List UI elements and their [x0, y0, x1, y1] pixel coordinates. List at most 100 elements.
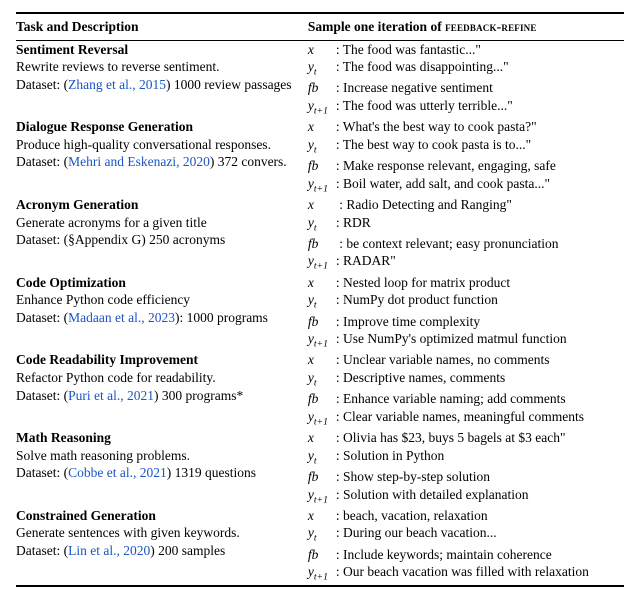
header-row: Task and Description Sample one iteratio… — [16, 14, 624, 40]
citation[interactable]: Cobbe et al., 2021 — [68, 465, 167, 480]
symbol: yt+1 — [308, 408, 336, 429]
symbol: yt — [308, 214, 336, 235]
sample-fb: fb : be context relevant; easy pronuncia… — [308, 235, 624, 253]
task-title: Acronym Generation — [16, 196, 308, 214]
sample-x: x: Nested loop for matrix product — [308, 274, 624, 292]
symbol: yt — [308, 58, 336, 79]
symbol: yt+1 — [308, 175, 336, 196]
sample-cell: x: The food was fantastic..."yt: The foo… — [308, 41, 624, 119]
sample-x: x : Radio Detecting and Ranging" — [308, 196, 624, 214]
symbol: x — [308, 351, 336, 369]
sample-cell: x: What's the best way to cook pasta?"yt… — [308, 118, 624, 196]
sample-fb: fb: Improve time complexity — [308, 313, 624, 331]
sample-x: x: beach, vacation, relaxation — [308, 507, 624, 525]
table-row: Code OptimizationEnhance Python code eff… — [16, 274, 624, 352]
sample-fb: fb: Show step-by-step solution — [308, 468, 624, 486]
table-row: Math ReasoningSolve math reasoning probl… — [16, 429, 624, 507]
task-cell: Dialogue Response GenerationProduce high… — [16, 118, 308, 196]
symbol: yt — [308, 369, 336, 390]
symbol: yt — [308, 447, 336, 468]
sample-cell: x: Nested loop for matrix productyt: Num… — [308, 274, 624, 352]
table-row: Dialogue Response GenerationProduce high… — [16, 118, 624, 196]
table-row: Code Readability ImprovementRefactor Pyt… — [16, 351, 624, 429]
citation[interactable]: Lin et al., 2020 — [68, 543, 150, 558]
citation[interactable]: Mehri and Eskenazi, 2020 — [68, 154, 210, 169]
task-cell: Code OptimizationEnhance Python code eff… — [16, 274, 308, 352]
sample-yt: yt: RDR — [308, 214, 624, 235]
symbol: yt+1 — [308, 330, 336, 351]
symbol: x — [308, 118, 336, 136]
symbol: fb — [308, 390, 336, 408]
symbol: yt — [308, 291, 336, 312]
symbol: fb — [308, 468, 336, 486]
symbol: x — [308, 41, 336, 59]
task-description: Enhance Python code efficiency — [16, 291, 308, 309]
header-right-prefix: Sample one iteration of — [308, 19, 445, 34]
symbol: yt+1 — [308, 486, 336, 507]
sample-yt: yt: Solution in Python — [308, 447, 624, 468]
symbol: yt+1 — [308, 97, 336, 118]
sample-yt1: yt+1: Use NumPy's optimized matmul funct… — [308, 330, 624, 351]
task-description: Generate sentences with given keywords. — [16, 524, 308, 542]
task-cell: Sentiment ReversalRewrite reviews to rev… — [16, 41, 308, 119]
citation[interactable]: Puri et al., 2021 — [68, 388, 154, 403]
dataset-line: Dataset: (Puri et al., 2021) 300 program… — [16, 387, 308, 405]
sample-yt: yt: During our beach vacation... — [308, 524, 624, 545]
sample-x: x: Olivia has $23, buys 5 bagels at $3 e… — [308, 429, 624, 447]
sample-fb: fb: Make response relevant, engaging, sa… — [308, 157, 624, 175]
sample-cell: x: Olivia has $23, buys 5 bagels at $3 e… — [308, 429, 624, 507]
sample-yt: yt: The best way to cook pasta is to..." — [308, 136, 624, 157]
sample-yt1: yt+1: Boil water, add salt, and cook pas… — [308, 175, 624, 196]
header-left: Task and Description — [16, 19, 139, 34]
tasks-table: Task and Description Sample one iteratio… — [16, 12, 624, 587]
sample-cell: x: Unclear variable names, no commentsyt… — [308, 351, 624, 429]
dataset-line: Dataset: (Lin et al., 2020) 200 samples — [16, 542, 308, 560]
symbol: yt — [308, 524, 336, 545]
task-description: Rewrite reviews to reverse sentiment. — [16, 58, 308, 76]
symbol: yt+1 — [308, 563, 336, 584]
sample-cell: x: beach, vacation, relaxationyt: During… — [308, 507, 624, 585]
dataset-line: Dataset: (Madaan et al., 2023): 1000 pro… — [16, 309, 308, 327]
sample-fb: fb: Increase negative sentiment — [308, 79, 624, 97]
symbol: fb — [308, 313, 336, 331]
dataset-line: Dataset: (Zhang et al., 2015) 1000 revie… — [16, 76, 308, 94]
dataset-line: Dataset: (Mehri and Eskenazi, 2020) 372 … — [16, 153, 308, 171]
symbol: yt — [308, 136, 336, 157]
sample-x: x: Unclear variable names, no comments — [308, 351, 624, 369]
symbol: x — [308, 507, 336, 525]
sample-yt: yt: Descriptive names, comments — [308, 369, 624, 390]
task-cell: Code Readability ImprovementRefactor Pyt… — [16, 351, 308, 429]
sample-fb: fb: Include keywords; maintain coherence — [308, 546, 624, 564]
task-description: Generate acronyms for a given title — [16, 214, 308, 232]
citation: §Appendix G — [68, 232, 141, 247]
sample-yt1: yt+1: Clear variable names, meaningful c… — [308, 408, 624, 429]
task-title: Constrained Generation — [16, 507, 308, 525]
task-cell: Constrained GenerationGenerate sentences… — [16, 507, 308, 585]
sample-yt1: yt+1: Our beach vacation was filled with… — [308, 563, 624, 584]
citation[interactable]: Zhang et al., 2015 — [68, 77, 166, 92]
task-description: Produce high-quality conversational resp… — [16, 136, 308, 154]
symbol: x — [308, 196, 336, 214]
sample-fb: fb: Enhance variable naming; add comment… — [308, 390, 624, 408]
table-row: Acronym GenerationGenerate acronyms for … — [16, 196, 624, 274]
rule-bottom — [16, 585, 624, 587]
task-title: Code Readability Improvement — [16, 351, 308, 369]
sample-yt: yt: NumPy dot product function — [308, 291, 624, 312]
task-title: Dialogue Response Generation — [16, 118, 308, 136]
task-cell: Acronym GenerationGenerate acronyms for … — [16, 196, 308, 274]
task-description: Solve math reasoning problems. — [16, 447, 308, 465]
dataset-line: Dataset: (§Appendix G) 250 acronyms — [16, 231, 308, 249]
sample-x: x: The food was fantastic..." — [308, 41, 624, 59]
symbol: x — [308, 429, 336, 447]
sample-cell: x : Radio Detecting and Ranging"yt: RDRf… — [308, 196, 624, 274]
table-row: Sentiment ReversalRewrite reviews to rev… — [16, 41, 624, 119]
symbol: fb — [308, 235, 336, 253]
sample-yt1: yt+1: Solution with detailed explanation — [308, 486, 624, 507]
sample-yt1: yt+1: The food was utterly terrible..." — [308, 97, 624, 118]
citation[interactable]: Madaan et al., 2023 — [68, 310, 175, 325]
task-title: Sentiment Reversal — [16, 41, 308, 59]
task-description: Refactor Python code for readability. — [16, 369, 308, 387]
symbol: fb — [308, 79, 336, 97]
header-method: feedback-refine — [445, 19, 537, 34]
task-title: Code Optimization — [16, 274, 308, 292]
